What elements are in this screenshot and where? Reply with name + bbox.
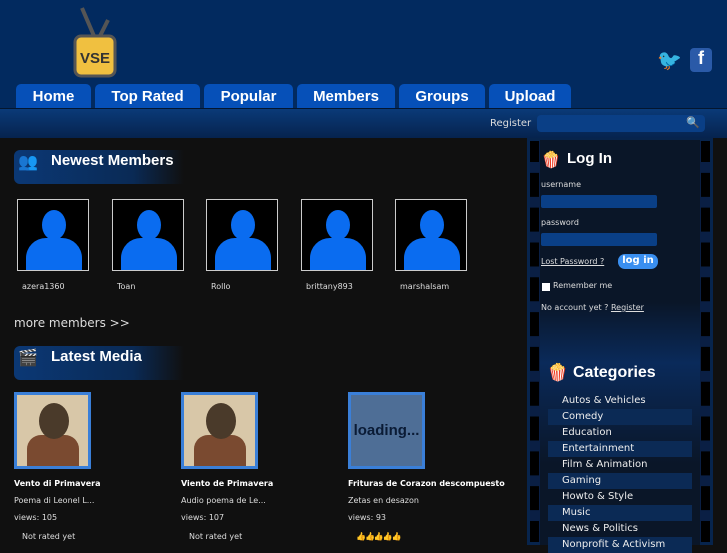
search-input[interactable]: 🔍	[537, 115, 705, 132]
avatar[interactable]	[395, 199, 467, 271]
remember-me-label: Remember me	[553, 281, 613, 290]
sidebar-register-link[interactable]: Register	[611, 303, 644, 312]
svg-text:VSE: VSE	[80, 50, 110, 67]
tab-popular[interactable]: Popular	[204, 84, 293, 108]
twitter-icon[interactable]: 🐦	[657, 48, 682, 72]
main-nav: Home Top Rated Popular Members Groups Up…	[16, 84, 571, 108]
avatar[interactable]	[112, 199, 184, 271]
vse-logo[interactable]: VSE	[72, 6, 118, 78]
media-title[interactable]: Viento de Primavera	[181, 479, 351, 488]
popcorn-icon: 🍿	[547, 363, 569, 383]
avatar[interactable]	[17, 199, 89, 271]
media-views: views: 105	[14, 513, 58, 522]
category-item[interactable]: Comedy	[548, 409, 692, 425]
username-input[interactable]	[541, 195, 657, 208]
member-name[interactable]: brittany893	[301, 282, 373, 291]
media-description: Audio poema de Le...	[181, 496, 266, 505]
category-item[interactable]: Nonprofit & Activism	[548, 537, 692, 553]
members-icon: 👥	[18, 152, 38, 171]
media-thumbnail[interactable]: loading...	[348, 392, 425, 469]
category-item[interactable]: Film & Animation	[548, 457, 692, 473]
section-title: Newest Members	[51, 152, 174, 169]
media-title[interactable]: Vento di Primavera	[14, 479, 184, 488]
media-views: views: 93	[348, 513, 387, 522]
lost-password-link[interactable]: Lost Password ?	[541, 257, 604, 266]
tab-groups[interactable]: Groups	[399, 84, 485, 108]
member-card[interactable]: Toan	[112, 199, 184, 291]
tab-home[interactable]: Home	[16, 84, 91, 108]
media-description: Zetas en desazon	[348, 496, 419, 505]
member-card[interactable]: Rollo	[206, 199, 278, 291]
category-item[interactable]: News & Politics	[548, 521, 692, 537]
media-rating: Not rated yet	[22, 532, 76, 541]
media-rating: Not rated yet	[189, 532, 243, 541]
member-name[interactable]: Rollo	[206, 282, 278, 291]
categories-title: Categories	[573, 364, 656, 381]
sub-bar: Register 🔍	[0, 108, 727, 138]
category-item[interactable]: Autos & Vehicles	[548, 393, 692, 409]
category-item[interactable]: Education	[548, 425, 692, 441]
facebook-icon[interactable]: f	[690, 48, 712, 72]
clapperboard-icon: 🎬	[18, 348, 38, 367]
password-input[interactable]	[541, 233, 657, 246]
tab-upload[interactable]: Upload	[489, 84, 571, 108]
member-card[interactable]: brittany893	[301, 199, 373, 291]
tab-top-rated[interactable]: Top Rated	[95, 84, 200, 108]
category-item[interactable]: Music	[548, 505, 692, 521]
media-item: Vento di Primavera Poema di Leonel L... …	[14, 392, 184, 541]
more-members-link[interactable]: more members >>	[14, 316, 130, 330]
no-account-text: No account yet ?	[541, 303, 609, 312]
media-item: Viento de Primavera Audio poema de Le...…	[181, 392, 351, 541]
media-description: Poema di Leonel L...	[14, 496, 95, 505]
tab-members[interactable]: Members	[297, 84, 395, 108]
register-link[interactable]: Register	[490, 118, 531, 129]
login-title: Log In	[567, 150, 612, 167]
member-card[interactable]: marshalsam	[395, 199, 467, 291]
search-icon[interactable]: 🔍	[686, 116, 700, 129]
password-label: password	[541, 218, 579, 227]
latest-media-header: 🎬 Latest Media	[14, 346, 184, 380]
category-item[interactable]: Entertainment	[548, 441, 692, 457]
media-thumbnail[interactable]	[181, 392, 258, 469]
media-views: views: 107	[181, 513, 225, 522]
member-name[interactable]: Toan	[112, 282, 184, 291]
avatar[interactable]	[206, 199, 278, 271]
username-label: username	[541, 180, 581, 189]
member-name[interactable]: azera1360	[17, 282, 89, 291]
category-item[interactable]: Howto & Style	[548, 489, 692, 505]
login-button[interactable]: log in	[618, 254, 658, 269]
media-item: loading... Frituras de Corazon descompue…	[348, 392, 518, 541]
member-name[interactable]: marshalsam	[395, 282, 467, 291]
thumbs-up-rating-icon[interactable]: 👍👍👍👍👍	[348, 532, 518, 541]
newest-members-header: 👥 Newest Members	[14, 150, 184, 184]
category-item[interactable]: Gaming	[548, 473, 692, 489]
remember-me-checkbox[interactable]	[542, 283, 550, 291]
popcorn-icon: 🍿	[541, 150, 561, 169]
media-thumbnail[interactable]	[14, 392, 91, 469]
member-card[interactable]: azera1360	[17, 199, 89, 291]
media-title[interactable]: Frituras de Corazon descompuesto	[348, 479, 518, 488]
avatar[interactable]	[301, 199, 373, 271]
header: VSE 🐦 f Home Top Rated Popular Members G…	[0, 0, 727, 108]
section-title: Latest Media	[51, 348, 142, 365]
